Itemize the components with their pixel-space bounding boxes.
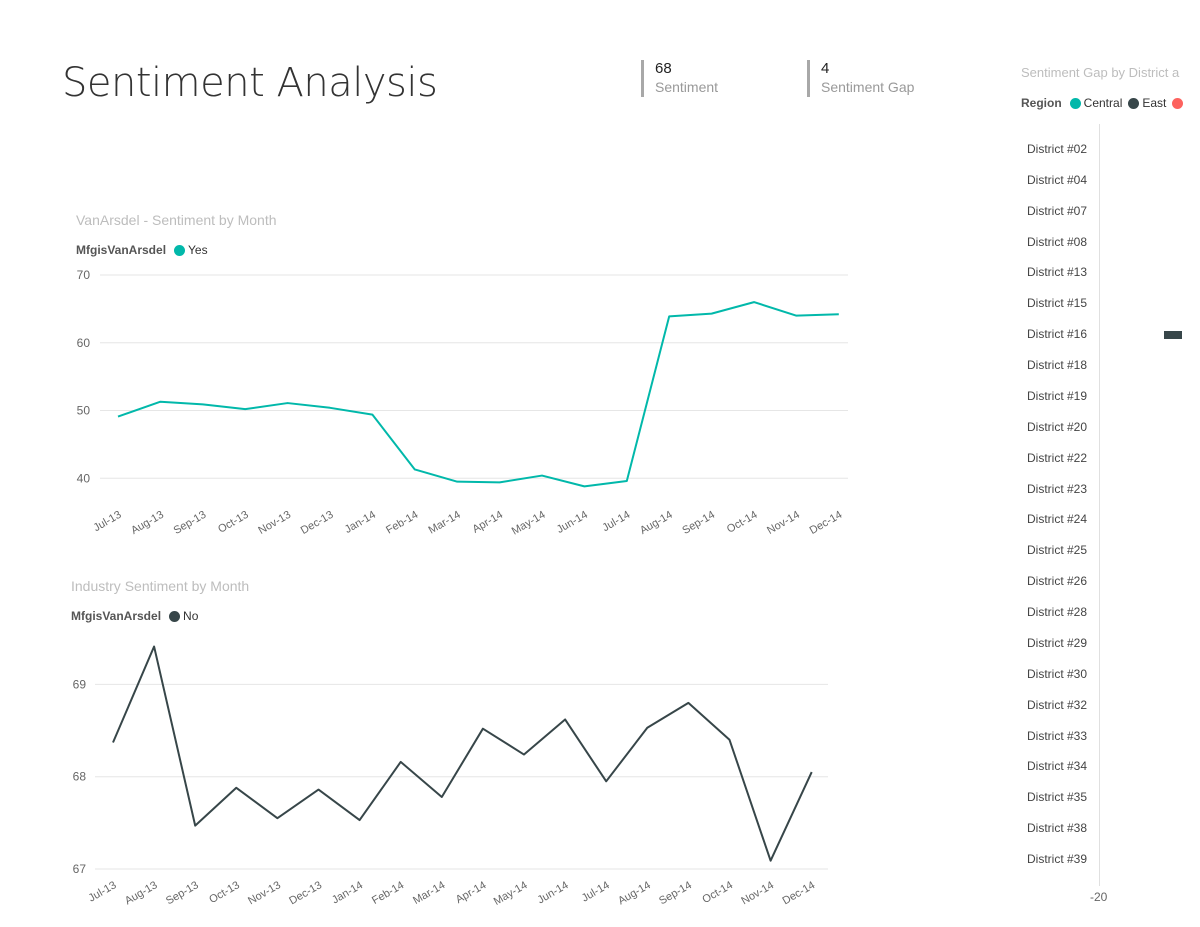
x-tick-label: Nov-14 (739, 879, 776, 907)
series-line-yes (117, 301, 839, 488)
district-chart-axis-line (1099, 124, 1100, 886)
x-tick-label: May-14 (510, 509, 548, 538)
x-tick-label: Sep-14 (680, 509, 717, 537)
x-tick-label: Jun-14 (535, 879, 570, 906)
legend-dot-west (1172, 97, 1184, 109)
district-x-tick-label: -20 (1090, 890, 1108, 904)
x-tick-label: Nov-13 (246, 879, 283, 907)
y-tick-label: 60 (77, 336, 91, 350)
district-label: District #26 (1027, 574, 1088, 589)
district-label: District #20 (1027, 419, 1088, 434)
x-tick-label: Jul-14 (600, 509, 632, 534)
district-label: District #38 (1027, 821, 1088, 836)
x-tick-label: Aug-13 (123, 879, 160, 907)
x-tick-label: Dec-13 (299, 509, 336, 537)
legend-item-west[interactable] (1172, 97, 1184, 109)
district-label: District #39 (1027, 852, 1088, 866)
x-tick-label: Mar-14 (411, 879, 447, 907)
x-tick-label: May-14 (492, 879, 530, 908)
district-label: District #08 (1027, 234, 1088, 249)
y-tick-label: 50 (77, 404, 91, 418)
district-label: District #23 (1027, 481, 1088, 496)
x-tick-label: Mar-14 (427, 509, 463, 537)
district-label: District #07 (1027, 203, 1088, 218)
district-label: District #34 (1027, 759, 1088, 774)
district-label: District #04 (1027, 172, 1088, 187)
district-label: District #35 (1027, 790, 1088, 805)
x-tick-label: Dec-14 (808, 509, 845, 537)
legend-item-east[interactable]: East (1128, 96, 1166, 110)
legend-label-east: East (1142, 96, 1167, 110)
x-tick-label: Oct-13 (216, 509, 251, 536)
district-label: District #32 (1027, 697, 1088, 712)
x-tick-label: Sep-14 (657, 879, 694, 907)
x-tick-label: Oct-14 (725, 509, 760, 536)
district-label: District #19 (1027, 388, 1088, 403)
legend-dot-central (1069, 97, 1081, 109)
y-tick-label: 68 (73, 770, 87, 784)
district-label: District #16 (1027, 327, 1088, 342)
x-tick-label: Jan-14 (330, 879, 365, 906)
district-label: District #28 (1027, 605, 1088, 620)
y-tick-label: 40 (77, 471, 91, 485)
legend-item-central[interactable]: Central (1069, 96, 1123, 110)
district-label: District #30 (1027, 666, 1088, 681)
legend-label-central: Central (1083, 96, 1123, 110)
district-label: District #29 (1027, 635, 1088, 650)
district-label: District #33 (1027, 728, 1088, 743)
legend-dot-east (1128, 97, 1140, 109)
district-label: District #13 (1027, 265, 1088, 280)
x-tick-label: Nov-13 (256, 509, 293, 537)
district-bar-16[interactable] (1164, 331, 1182, 339)
x-tick-label: Apr-14 (470, 509, 505, 536)
vanarsdel-sentiment-line-chart[interactable]: 40506070Jul-13 Aug-13 Sep-13 Oct-13 Nov-13 De… (0, 0, 900, 560)
y-tick-label: 67 (73, 862, 87, 876)
x-tick-label: Oct-14 (700, 879, 735, 906)
x-tick-label: Aug-13 (129, 509, 166, 537)
x-tick-label: Jul-14 (580, 879, 612, 904)
district-label: District #18 (1027, 358, 1088, 373)
x-tick-label: Jul-13 (92, 509, 124, 534)
x-tick-label: Dec-14 (780, 879, 817, 907)
district-label: District #24 (1027, 512, 1088, 527)
y-tick-label: 69 (73, 677, 87, 691)
x-tick-label: Dec-13 (287, 879, 324, 907)
district-chart-title: Sentiment Gap by District a (1021, 65, 1180, 80)
y-tick-label: 70 (77, 268, 91, 282)
x-tick-label: Sep-13 (164, 879, 201, 907)
district-label: District #15 (1027, 296, 1088, 311)
district-label: District #02 (1027, 142, 1088, 156)
district-label: District #22 (1027, 450, 1088, 465)
x-tick-label: Jan-14 (343, 509, 378, 536)
x-tick-label: Aug-14 (616, 879, 653, 907)
x-tick-label: Jun-14 (555, 509, 590, 536)
x-tick-label: Sep-13 (172, 509, 209, 537)
x-tick-label: Feb-14 (370, 879, 406, 907)
x-tick-label: Oct-13 (207, 879, 242, 906)
district-label: District #25 (1027, 543, 1088, 558)
x-tick-label: Nov-14 (765, 509, 802, 537)
x-tick-label: Aug-14 (638, 509, 675, 537)
industry-sentiment-line-chart[interactable]: 676869Jul-13 Aug-13 Sep-13 Oct-13 Nov-13 Dec-… (0, 560, 900, 927)
series-line-no (112, 645, 813, 862)
x-tick-label: Jul-13 (87, 879, 119, 904)
district-legend-title: Region (1021, 96, 1062, 110)
x-tick-label: Apr-14 (454, 879, 489, 906)
district-chart-legend[interactable]: Region Central East (1021, 96, 1185, 110)
x-tick-label: Feb-14 (384, 509, 420, 537)
